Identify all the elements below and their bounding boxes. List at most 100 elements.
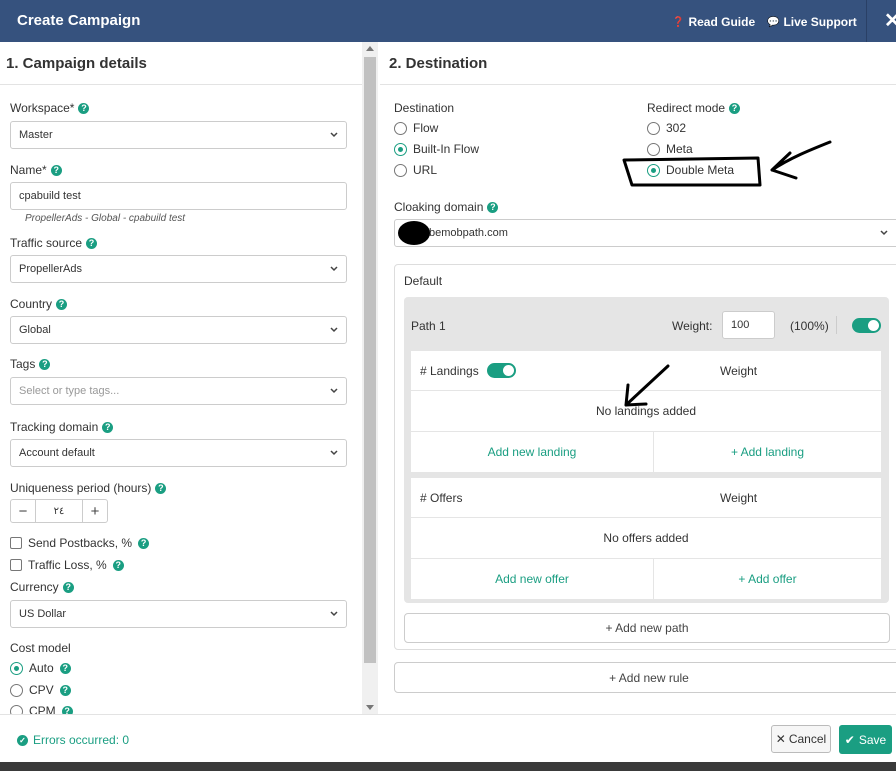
help-icon[interactable]: ? [62, 581, 74, 593]
scroll-down-arrow-icon[interactable] [366, 705, 374, 710]
checkmark-icon: ✔ [844, 732, 855, 747]
country-label: Country? [10, 297, 68, 311]
redirect-302-radio[interactable]: 302 [647, 121, 686, 135]
left-panel-scrollbar[interactable] [362, 42, 378, 714]
add-landing-button[interactable]: + Add landing [654, 432, 881, 472]
help-icon[interactable]: ? [112, 559, 124, 571]
add-new-path-button[interactable]: + Add new path [404, 613, 890, 643]
workspace-select[interactable]: Master [10, 121, 347, 149]
destination-panel: 2. Destination Destination Flow Built-In… [380, 42, 896, 714]
destination-builtin-flow-radio[interactable]: Built-In Flow [394, 142, 479, 156]
close-icon[interactable]: ✕ [884, 8, 896, 33]
help-icon[interactable]: ? [39, 358, 51, 370]
landings-toggle[interactable] [486, 363, 516, 378]
check-circle-icon: ✓ [17, 734, 28, 746]
country-select[interactable]: Global [10, 316, 347, 344]
header-divider [866, 0, 867, 42]
help-icon[interactable]: ? [59, 684, 71, 696]
chevron-down-icon [330, 327, 338, 333]
radio-circle[interactable] [394, 121, 407, 135]
traffic-source-select[interactable]: PropellerAds [10, 255, 347, 283]
path-enabled-toggle[interactable] [852, 318, 881, 336]
help-icon[interactable]: ? [102, 421, 114, 433]
radio-circle[interactable] [394, 163, 407, 177]
offers-empty-row: No offers added [411, 518, 881, 558]
destination-label: Destination [394, 101, 455, 115]
radio-label: Double Meta [666, 163, 735, 177]
scrollbar-thumb[interactable] [364, 57, 376, 663]
read-guide-label: Read Guide [688, 15, 756, 29]
name-value: cpabuild test [19, 190, 81, 202]
cost-model-cpv-radio[interactable]: CPV ? [10, 683, 71, 697]
radio-circle[interactable] [647, 163, 660, 177]
cloaking-domain-label-text: Cloaking domain [394, 200, 484, 214]
help-icon[interactable]: ? [61, 705, 73, 714]
cost-model-cpm-radio[interactable]: CPM ? [10, 704, 73, 714]
add-new-offer-button[interactable]: Add new offer [411, 559, 653, 599]
uniqueness-input[interactable]: ٢٤ [35, 500, 83, 522]
save-button[interactable]: ✔ Save [839, 725, 892, 754]
radio-circle[interactable] [647, 142, 660, 156]
help-icon[interactable]: ? [86, 237, 98, 249]
radio-circle[interactable] [10, 704, 23, 714]
cost-model-auto-radio[interactable]: Auto ? [10, 661, 71, 675]
radio-circle[interactable] [10, 661, 23, 675]
live-support-link[interactable]: 💬 Live Support [767, 15, 857, 29]
help-icon[interactable]: ? [50, 164, 62, 176]
cost-model-label: Cost model [10, 641, 71, 655]
help-icon[interactable]: ? [78, 102, 90, 114]
radio-label: CPV [29, 683, 54, 697]
redirect-meta-radio[interactable]: Meta [647, 142, 693, 156]
traffic-loss-checkbox[interactable]: Traffic Loss, % ? [10, 558, 124, 572]
tracking-domain-label-text: Tracking domain [10, 420, 99, 434]
checkbox-box[interactable] [10, 559, 22, 571]
redirect-double-meta-radio[interactable]: Double Meta [647, 163, 734, 177]
radio-circle[interactable] [394, 142, 407, 156]
tracking-domain-value: Account default [19, 447, 95, 459]
tags-placeholder: Select or type tags... [19, 385, 120, 397]
chat-bubbles-icon: 💬 [767, 16, 780, 28]
question-circle-icon: ❓ [672, 16, 685, 28]
increment-button[interactable]: + [83, 500, 107, 522]
cloaking-domain-select[interactable]: bemobpath.com [394, 219, 896, 247]
help-icon[interactable]: ? [487, 201, 499, 213]
chevron-down-icon [330, 388, 338, 394]
radio-label: 302 [666, 121, 687, 135]
landings-empty-row: No landings added [411, 391, 881, 431]
name-input[interactable]: cpabuild test [10, 182, 347, 210]
destination-flow-radio[interactable]: Flow [394, 121, 438, 135]
save-label: Save [858, 732, 887, 747]
close-icon: ✕ [775, 732, 786, 746]
divider [380, 84, 896, 85]
tags-select[interactable]: Select or type tags... [10, 377, 347, 405]
add-new-landing-button[interactable]: Add new landing [411, 432, 653, 472]
name-preview-hint: PropellerAds - Global - cpabuild test [25, 213, 186, 224]
decrement-button[interactable]: − [11, 500, 35, 522]
send-postbacks-checkbox[interactable]: Send Postbacks, % ? [10, 536, 150, 550]
radio-circle[interactable] [10, 683, 23, 697]
traffic-source-value: PropellerAds [19, 263, 82, 275]
add-offer-button[interactable]: + Add offer [654, 559, 881, 599]
path-weight-input[interactable]: 100 [722, 311, 775, 339]
taskbar-strip [0, 762, 896, 771]
help-icon[interactable]: ? [155, 482, 167, 494]
help-icon[interactable]: ? [138, 537, 150, 549]
cancel-button[interactable]: ✕ Cancel [771, 725, 831, 753]
radio-circle[interactable] [647, 121, 660, 135]
toggle-switch[interactable] [852, 318, 881, 333]
uniqueness-label: Uniqueness period (hours)? [10, 481, 167, 495]
scroll-up-arrow-icon[interactable] [366, 46, 374, 51]
tracking-domain-select[interactable]: Account default [10, 439, 347, 467]
checkbox-box[interactable] [10, 537, 22, 549]
offers-empty-text: No offers added [603, 531, 689, 545]
radio-label: Built-In Flow [413, 142, 480, 156]
help-icon[interactable]: ? [59, 662, 71, 674]
help-icon[interactable]: ? [56, 298, 68, 310]
help-icon[interactable]: ? [729, 102, 741, 114]
tags-label-text: Tags [10, 357, 36, 371]
read-guide-link[interactable]: ❓ Read Guide [672, 15, 755, 29]
chevron-down-icon [330, 266, 338, 272]
destination-url-radio[interactable]: URL [394, 163, 437, 177]
add-new-rule-button[interactable]: + Add new rule [394, 662, 896, 693]
currency-select[interactable]: US Dollar [10, 600, 347, 628]
